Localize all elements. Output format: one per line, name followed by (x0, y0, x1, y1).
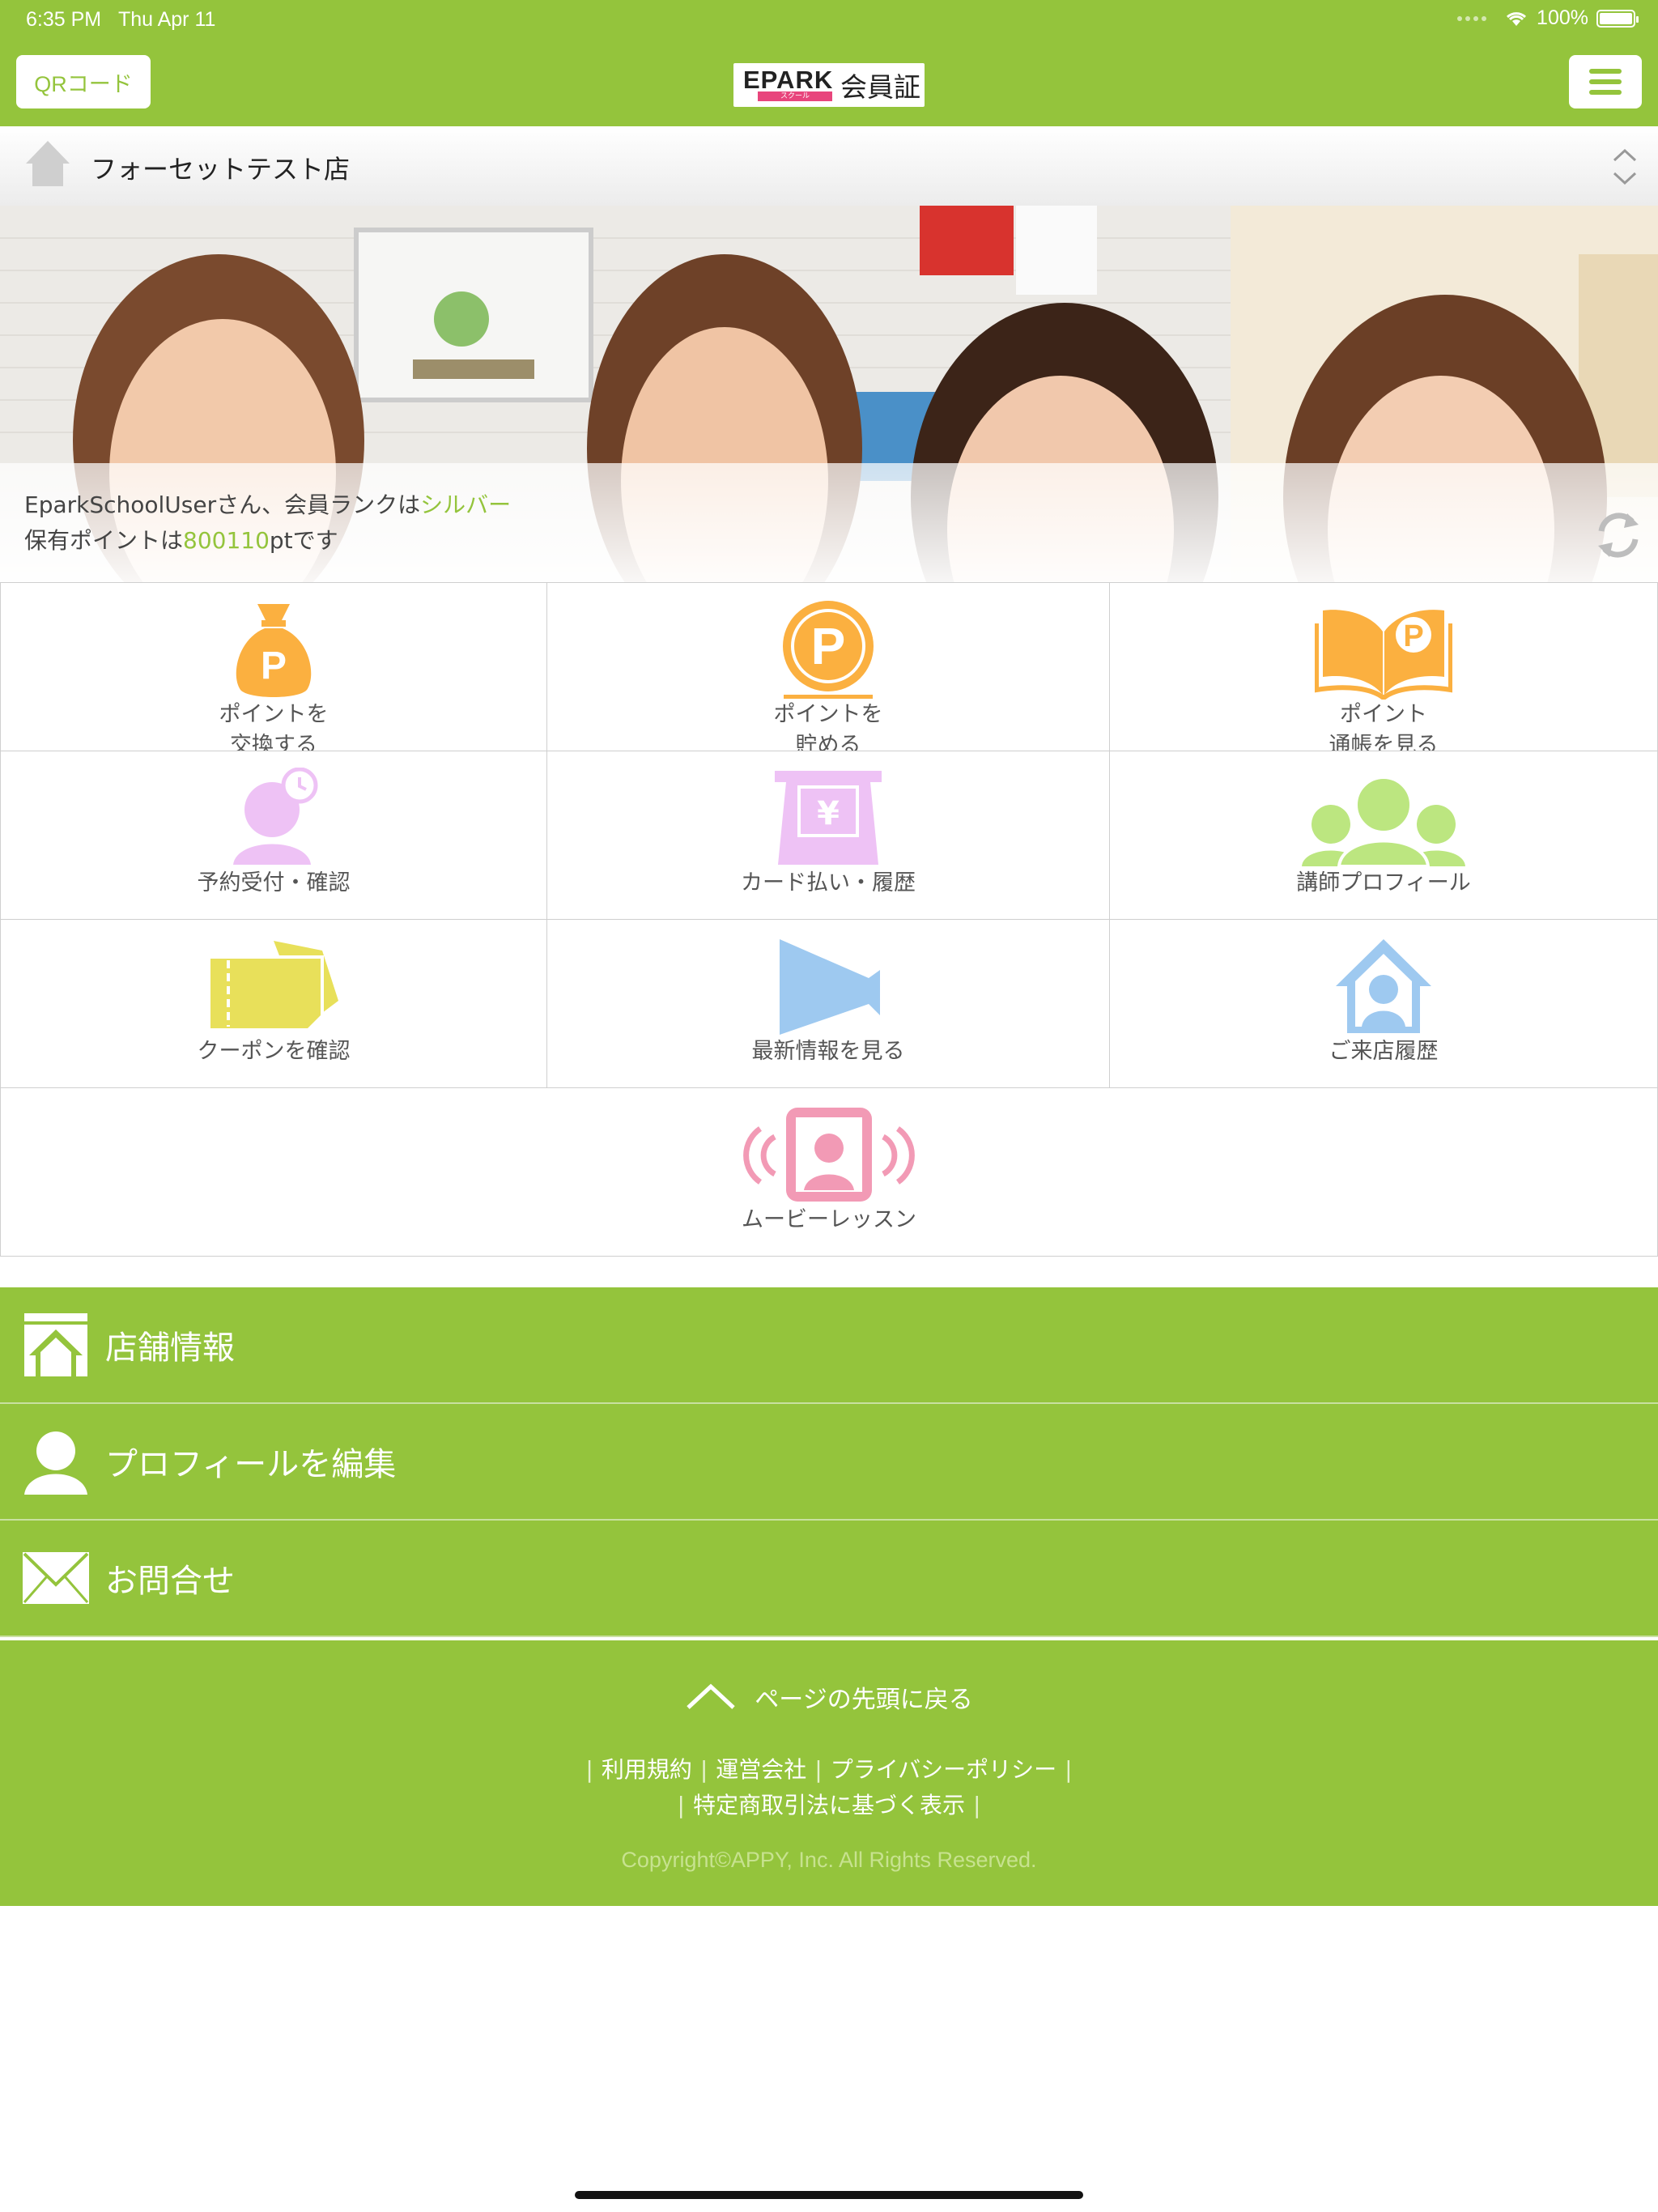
member-rank: シルバー (420, 491, 512, 518)
contact-label: お問合せ (105, 1563, 235, 1600)
shop-name: フォーセットテスト店 (91, 154, 351, 185)
earn-points-tile[interactable]: P ポイントを 貯める (546, 582, 1110, 758)
hamburger-menu-button[interactable] (1569, 55, 1642, 108)
reservation-person-icon (233, 768, 318, 865)
points-prefix: 保有ポイントは (24, 527, 184, 554)
page-top-label: ページの先頭に戻る (755, 1686, 973, 1714)
menu-list: 店舗情報 プロフィールを編集 お問合せ (0, 1287, 1658, 1637)
svg-text:¥: ¥ (817, 795, 840, 832)
page-top-link[interactable]: ページの先頭に戻る (0, 1679, 1658, 1715)
footer: ページの先頭に戻る | 利用規約 | 運営会社 | プライバシーポリシー | | 特定商取引法… (0, 1640, 1658, 1906)
profile-person-icon (24, 1431, 87, 1495)
point-book-icon: P (1315, 610, 1452, 700)
feature-grid: P ポイントを 交換する P ポイントを 貯める P ポイント 通帳を見る 予約… (0, 582, 1658, 1257)
news-label: 最新情報を見る (751, 1039, 905, 1064)
svg-text:P: P (1403, 619, 1423, 653)
card-payment-tile[interactable]: ¥ カード払い・履歴 (546, 751, 1110, 920)
home-icon (26, 141, 70, 186)
edit-profile-item[interactable]: プロフィールを編集 (0, 1404, 1658, 1521)
battery-percent: 100% (1537, 6, 1588, 29)
coupon-tile[interactable]: クーポンを確認 (0, 919, 547, 1088)
reservation-label: 予約受付・確認 (197, 870, 351, 895)
wifi-icon (1507, 11, 1527, 26)
visit-history-label: ご来店履歴 (1329, 1039, 1439, 1064)
chevron-up-icon (687, 1683, 735, 1709)
news-tile[interactable]: 最新情報を見る (546, 919, 1110, 1088)
member-points: 800110 (183, 527, 270, 554)
status-time: 6:35 PM Thu Apr 11 (26, 8, 216, 31)
grid-row: ムービーレッスン (0, 1087, 1658, 1257)
svg-text:P: P (811, 617, 846, 675)
store-info-label: 店舗情報 (105, 1329, 235, 1367)
epark-logo: EPARK スクール 会員証 (733, 63, 925, 107)
coupon-icon (207, 941, 338, 1032)
refresh-icon[interactable] (1595, 508, 1642, 562)
logo-sub: スクール (758, 91, 832, 101)
privacy-link[interactable]: プライバシーポリシー (831, 1756, 1056, 1783)
company-link[interactable]: 運営会社 (716, 1756, 806, 1783)
movie-lesson-tile[interactable]: ムービーレッスン (0, 1087, 1658, 1257)
grid-row: P ポイントを 交換する P ポイントを 貯める P ポイント 通帳を見る (0, 582, 1658, 758)
point-coin-icon: P (783, 601, 874, 699)
visit-history-tile[interactable]: ご来店履歴 (1109, 919, 1658, 1088)
points-suffix: ptです (269, 527, 338, 554)
tokusho-link[interactable]: 特定商取引法に基づく表示 (693, 1792, 965, 1819)
logo-title: 会員証 (840, 71, 920, 103)
movie-lesson-label: ムービーレッスン (742, 1207, 916, 1232)
instructor-label: 講師プロフィール (1296, 870, 1471, 895)
epark-logo-mark: EPARK スクール (743, 66, 834, 103)
point-book-tile[interactable]: P ポイント 通帳を見る (1109, 582, 1658, 758)
contact-item[interactable]: お問合せ (0, 1521, 1658, 1637)
instructor-tile[interactable]: 講師プロフィール (1109, 751, 1658, 920)
logo-brand: EPARK (743, 66, 834, 94)
hero-banner: EparkSchoolUserさん、会員ランクはシルバー 保有ポイントは8001… (0, 206, 1658, 583)
member-greeting: EparkSchoolUserさん、会員ランクは (24, 491, 421, 518)
store-icon (24, 1313, 87, 1376)
instructor-group-icon (1302, 776, 1465, 868)
footer-links-2: | 特定商取引法に基づく表示 | (677, 1792, 981, 1819)
signal-dots-icon (1457, 15, 1487, 21)
footer-links: | 利用規約 | 運営会社 | プライバシーポリシー | (585, 1756, 1073, 1783)
status-bar: 6:35 PM Thu Apr 11 100% (0, 0, 1658, 42)
status-right: 100% (1457, 6, 1639, 30)
mail-icon (23, 1552, 89, 1604)
reservation-tile[interactable]: 予約受付・確認 (0, 751, 547, 920)
shop-selector[interactable]: フォーセットテスト店 (0, 126, 1658, 206)
battery-icon (1596, 9, 1639, 28)
edit-profile-label: プロフィールを編集 (105, 1446, 397, 1483)
nav-bar: QRコード EPARK スクール 会員証 (0, 42, 1658, 126)
video-call-icon (743, 1108, 915, 1202)
house-person-icon (1336, 939, 1431, 1033)
card-payment-label: カード払い・履歴 (741, 870, 916, 895)
coupon-label: クーポンを確認 (197, 1039, 351, 1064)
svg-text:P: P (261, 644, 287, 687)
member-info: EparkSchoolUserさん、会員ランクはシルバー 保有ポイントは8001… (24, 487, 511, 559)
grid-row: 予約受付・確認 ¥ カード払い・履歴 講師プロフィール (0, 751, 1658, 920)
exchange-points-tile[interactable]: P ポイントを 交換する (0, 582, 547, 758)
copyright: Copyright©APPY, Inc. All Rights Reserved… (621, 1848, 1037, 1872)
store-info-item[interactable]: 店舗情報 (0, 1287, 1658, 1404)
chevron-up-down-icon[interactable] (1611, 144, 1639, 189)
card-payment-icon: ¥ (775, 771, 882, 865)
grid-row: クーポンを確認 最新情報を見る ご来店履歴 (0, 919, 1658, 1088)
home-indicator[interactable] (575, 2191, 1083, 2199)
money-bag-icon: P (236, 604, 312, 697)
terms-link[interactable]: 利用規約 (602, 1756, 692, 1783)
qr-code-button[interactable]: QRコード (16, 55, 151, 108)
megaphone-icon (780, 939, 880, 1035)
